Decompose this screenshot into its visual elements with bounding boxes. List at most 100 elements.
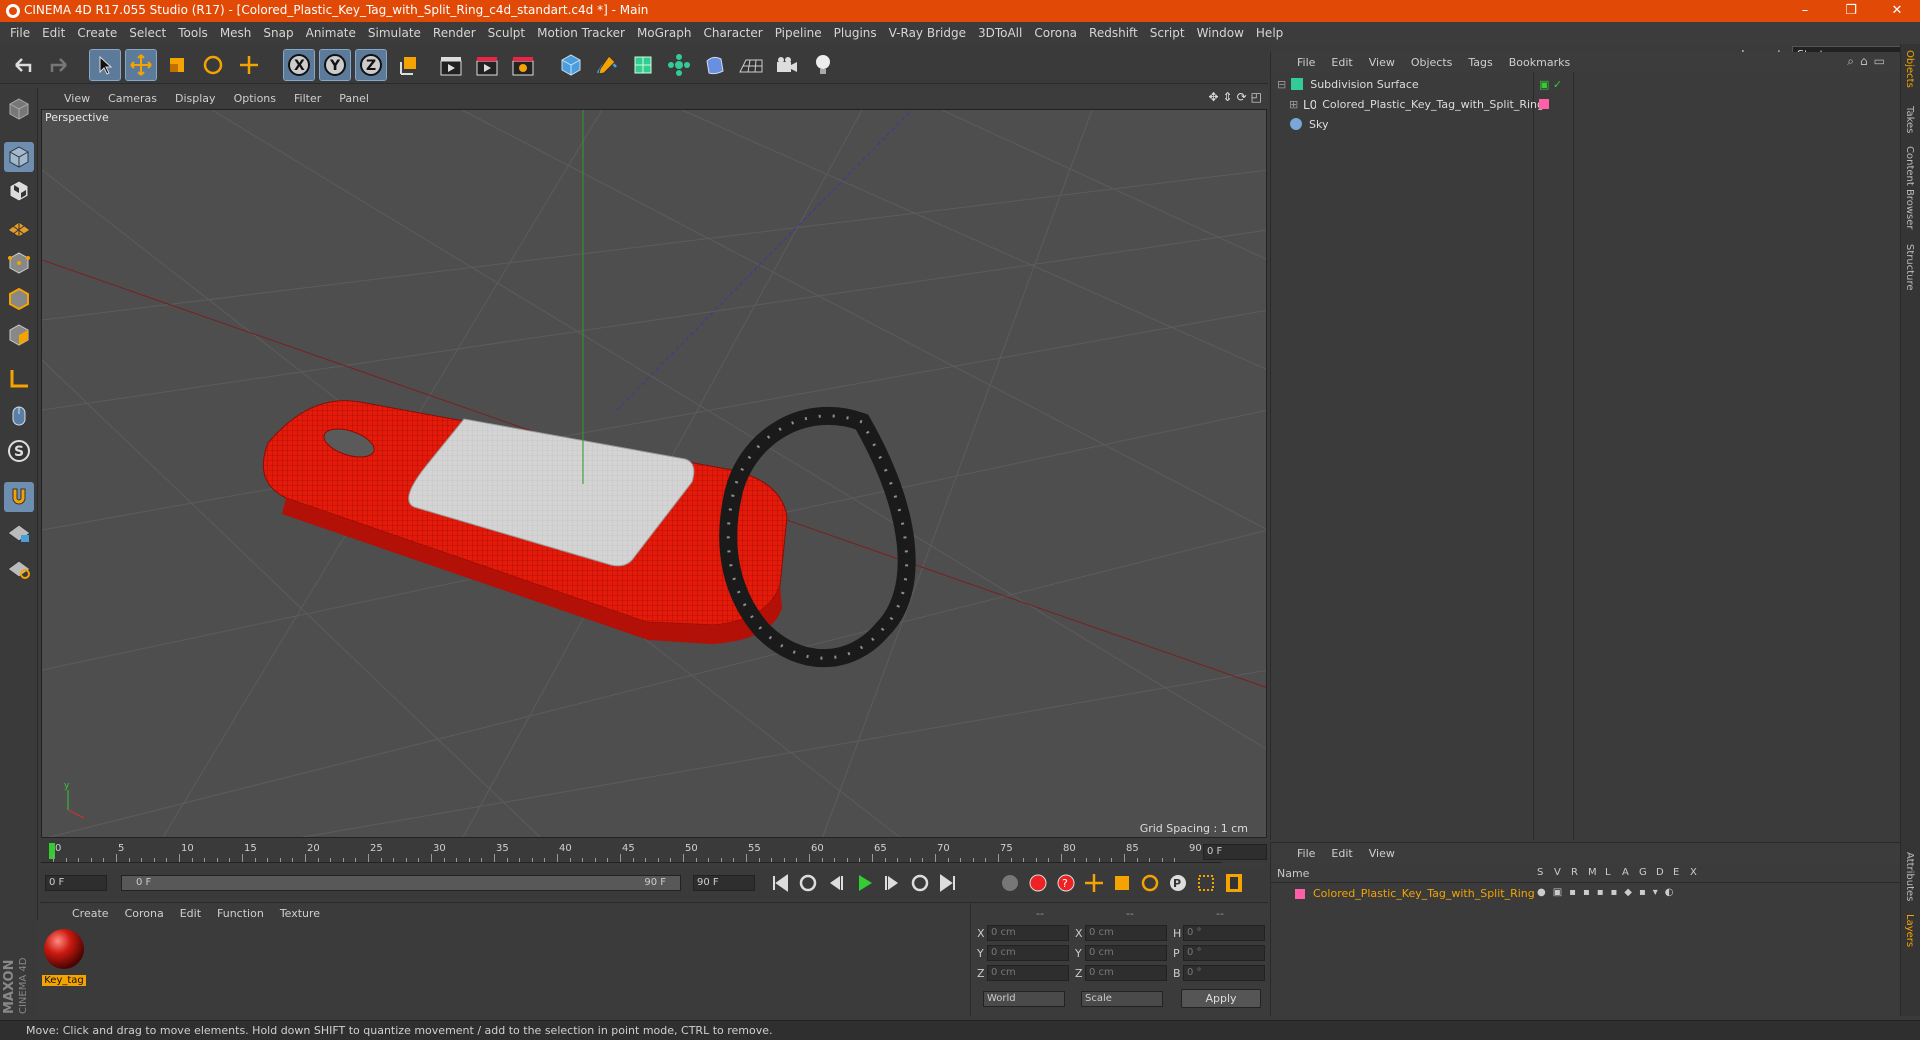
tweak-mode-button[interactable] — [4, 400, 34, 430]
coord-value-field[interactable]: 0 cm — [1085, 945, 1167, 961]
layer-column-x[interactable]: X — [1690, 867, 1707, 878]
menu-simulate[interactable]: Simulate — [362, 26, 427, 40]
move-tool-button[interactable] — [125, 49, 157, 81]
rotate-view-icon[interactable]: ⟳ — [1237, 90, 1247, 104]
size-mode-select[interactable]: Scale — [1081, 991, 1163, 1007]
layer-column-l[interactable]: L — [1605, 867, 1622, 878]
planar-workplane-button[interactable] — [4, 554, 34, 584]
autokey-icon[interactable]: ? — [1055, 872, 1077, 894]
render-picture-viewer-button[interactable] — [472, 50, 502, 80]
coord-value-field[interactable]: 0 cm — [987, 925, 1069, 941]
go-to-end-icon[interactable] — [937, 872, 959, 894]
new-view-icon[interactable]: ▭ — [1874, 54, 1891, 68]
object-menu-bookmarks[interactable]: Bookmarks — [1501, 56, 1578, 69]
coord-value-field[interactable]: 0 cm — [987, 945, 1069, 961]
viewport-menu-options[interactable]: Options — [225, 92, 285, 105]
viewport-menu-cameras[interactable]: Cameras — [99, 92, 166, 105]
enable-snap-button[interactable] — [4, 482, 34, 512]
viewport-menu-view[interactable]: View — [40, 92, 99, 105]
coordinate-mode-select[interactable]: World — [983, 991, 1065, 1007]
redo-button[interactable] — [44, 50, 74, 80]
render-settings-button[interactable] — [508, 50, 538, 80]
viewport-menu-display[interactable]: Display — [166, 92, 225, 105]
layer-color-tag[interactable] — [1539, 99, 1549, 109]
menu-animate[interactable]: Animate — [300, 26, 362, 40]
menu-character[interactable]: Character — [697, 26, 768, 40]
menu-pipeline[interactable]: Pipeline — [769, 26, 828, 40]
layer-color-swatch[interactable] — [1295, 889, 1305, 899]
transform-tool-button[interactable] — [234, 50, 264, 80]
perspective-viewport[interactable]: y Perspective Grid Spacing : 1 cm — [41, 109, 1267, 838]
object-menu-tags[interactable]: Tags — [1460, 56, 1500, 69]
viewport-menu-panel[interactable]: Panel — [330, 92, 378, 105]
object-row-sky[interactable]: Sky — [1271, 114, 1901, 134]
menu-tools[interactable]: Tools — [172, 26, 214, 40]
motion-path-icon[interactable] — [999, 872, 1021, 894]
material-menu-function[interactable]: Function — [209, 907, 272, 920]
key-pla-icon[interactable] — [1195, 872, 1217, 894]
floor-button[interactable] — [736, 50, 766, 80]
home-icon[interactable]: ⌂ — [1860, 54, 1874, 68]
scale-tool-button[interactable] — [162, 50, 192, 80]
z-axis-button[interactable]: Z — [355, 49, 387, 81]
tab-layers[interactable]: Layers — [1904, 914, 1915, 947]
workplane-button[interactable] — [4, 212, 34, 242]
key-rotation-icon[interactable] — [1139, 872, 1161, 894]
menu-redshift[interactable]: Redshift — [1083, 26, 1144, 40]
subdivision-surface-button[interactable] — [628, 50, 658, 80]
layer-row[interactable]: Colored_Plastic_Key_Tag_with_Split_Ring … — [1271, 885, 1901, 903]
go-to-start-icon[interactable] — [769, 872, 791, 894]
coord-value-field[interactable]: 0 ° — [1183, 945, 1265, 961]
edges-mode-button[interactable] — [4, 284, 34, 314]
menu-motion-tracker[interactable]: Motion Tracker — [531, 26, 631, 40]
layer-menu-view[interactable]: View — [1361, 847, 1403, 860]
end-frame-field[interactable]: 90 F — [693, 875, 755, 891]
coord-value-field[interactable]: 0 ° — [1183, 965, 1265, 981]
previous-frame-icon[interactable] — [825, 872, 847, 894]
deformer-button[interactable] — [700, 50, 730, 80]
light-button[interactable] — [808, 50, 838, 80]
expand-toggle-icon[interactable]: ⊞ — [1289, 98, 1298, 111]
menu-render[interactable]: Render — [427, 26, 482, 40]
menu-window[interactable]: Window — [1191, 26, 1250, 40]
layer-column-d[interactable]: D — [1656, 867, 1673, 878]
pen-spline-button[interactable] — [592, 50, 622, 80]
menu-snap[interactable]: Snap — [257, 26, 299, 40]
expand-toggle-icon[interactable]: ⊟ — [1277, 78, 1286, 91]
layer-flags-icons[interactable]: ●▣▪▪▪▪◆▪▾◐ — [1537, 887, 1681, 898]
menu-mesh[interactable]: Mesh — [214, 26, 258, 40]
coord-value-field[interactable]: 0 ° — [1183, 925, 1265, 941]
viewport-menu-filter[interactable]: Filter — [285, 92, 330, 105]
material-menu-texture[interactable]: Texture — [272, 907, 328, 920]
material-menu-create[interactable]: Create — [64, 907, 117, 920]
layer-column-a[interactable]: A — [1622, 867, 1639, 878]
camera-button[interactable] — [772, 50, 802, 80]
material-menu-edit[interactable]: Edit — [172, 907, 209, 920]
tab-content-browser[interactable]: Content Browser — [1904, 146, 1915, 229]
timeline-window-icon[interactable] — [1223, 872, 1245, 894]
menu-3dtoall[interactable]: 3DToAll — [972, 26, 1028, 40]
layer-column-v[interactable]: V — [1554, 867, 1571, 878]
start-frame-field[interactable]: 0 F — [45, 875, 107, 891]
menu-help[interactable]: Help — [1250, 26, 1289, 40]
layer-column-g[interactable]: G — [1639, 867, 1656, 878]
live-selection-button[interactable] — [89, 49, 121, 81]
play-icon[interactable] — [853, 872, 875, 894]
next-key-icon[interactable] — [909, 872, 931, 894]
model-mode-button[interactable] — [4, 142, 34, 172]
previous-key-icon[interactable] — [797, 872, 819, 894]
layer-menu-edit[interactable]: Edit — [1323, 847, 1360, 860]
y-axis-button[interactable]: Y — [319, 49, 351, 81]
object-row-subdivision-surface[interactable]: ⊟ Subdivision Surface ▣ ✓ — [1271, 74, 1901, 94]
pan-view-icon[interactable]: ✥ — [1208, 90, 1218, 104]
locked-workplane-button[interactable] — [4, 518, 34, 548]
close-button[interactable]: ✕ — [1874, 0, 1920, 22]
next-frame-icon[interactable] — [881, 872, 903, 894]
tab-structure[interactable]: Structure — [1904, 244, 1915, 291]
menu-sculpt[interactable]: Sculpt — [482, 26, 531, 40]
object-menu-objects[interactable]: Objects — [1403, 56, 1461, 69]
timeline-ruler[interactable]: 0 5 10 15 20 25 30 35 40 45 50 55 60 65 70 75 80 85 90 0 F — [41, 841, 1268, 863]
visibility-enabled-icon[interactable]: ▣ ✓ — [1539, 78, 1562, 91]
menu-file[interactable]: File — [4, 26, 36, 40]
record-keyframe-icon[interactable] — [1027, 872, 1049, 894]
